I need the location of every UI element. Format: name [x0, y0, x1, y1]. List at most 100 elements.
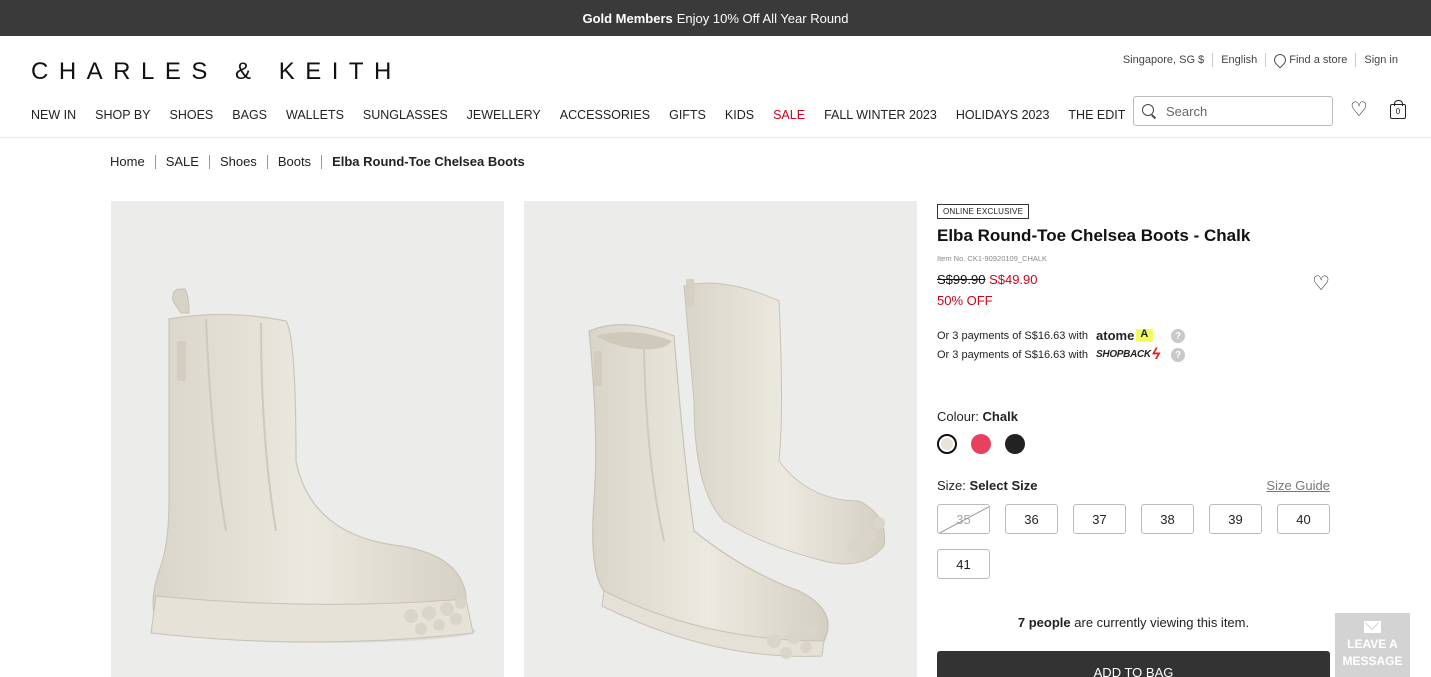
breadcrumb-current: Elba Round-Toe Chelsea Boots: [332, 154, 525, 169]
colour-value: Chalk: [982, 409, 1018, 424]
divider: [1265, 53, 1267, 67]
divider: [208, 154, 210, 169]
size-header: Size: Select Size Size Guide: [937, 478, 1330, 493]
shopback-logo: SHOPBACK ϟ: [1096, 346, 1160, 364]
size-guide-link[interactable]: Size Guide: [1266, 478, 1330, 493]
add-to-bag-label: ADD TO BAG: [1093, 665, 1174, 677]
product-image-side[interactable]: [111, 201, 504, 677]
nav-item-jewellery[interactable]: JEWELLERY: [467, 108, 541, 122]
colour-label: Colour: Chalk: [937, 409, 1330, 424]
size-option-35[interactable]: 35: [937, 504, 990, 534]
add-to-bag-button[interactable]: ADD TO BAG: [937, 651, 1330, 677]
divider: [154, 154, 156, 169]
divider: [266, 154, 268, 169]
size-option-41[interactable]: 41: [937, 549, 990, 579]
product-details: ONLINE EXCLUSIVE Elba Round-Toe Chelsea …: [937, 201, 1330, 579]
nav-item-bags[interactable]: BAGS: [232, 108, 267, 122]
utility-links: Singapore, SG $ English Find a store Sig…: [1123, 53, 1398, 67]
nav-item-holidays[interactable]: HOLIDAYS 2023: [956, 108, 1050, 122]
search-placeholder: Search: [1166, 103, 1208, 119]
divider: [1355, 53, 1357, 67]
nav-item-gifts[interactable]: GIFTS: [669, 108, 706, 122]
size-option-37[interactable]: 37: [1073, 504, 1126, 534]
search-icon: [1142, 104, 1156, 118]
atome-mark-icon: [1136, 328, 1154, 342]
leave-message-label: LEAVE A MESSAGE: [1342, 637, 1403, 668]
swatch-pink[interactable]: [971, 434, 991, 454]
size-label-text: Size:: [937, 478, 966, 493]
search-input[interactable]: Search: [1133, 96, 1333, 126]
boot-pair-illustration: [588, 279, 886, 659]
atome-logo: atome: [1096, 328, 1154, 343]
size-option-40[interactable]: 40: [1277, 504, 1330, 534]
price-block: S$99.90 S$49.90: [937, 272, 1330, 287]
find-store-label: Find a store: [1289, 54, 1348, 66]
sale-price: S$49.90: [989, 272, 1038, 287]
shopback-help-icon[interactable]: ?: [1171, 348, 1185, 362]
breadcrumb-boots[interactable]: Boots: [278, 154, 311, 169]
product-title: Elba Round-Toe Chelsea Boots - Chalk: [937, 226, 1251, 245]
location-pin-icon: [1274, 54, 1284, 67]
atome-payment-row: Or 3 payments of S$16.63 with atome ?: [937, 326, 1330, 345]
nav-item-kids[interactable]: KIDS: [725, 108, 754, 122]
shopback-payment-row: Or 3 payments of S$16.63 with SHOPBACK ϟ…: [937, 345, 1330, 364]
nav-item-accessories[interactable]: ACCESSORIES: [560, 108, 650, 122]
envelope-icon: [1364, 621, 1381, 633]
colour-label-text: Colour:: [937, 409, 979, 424]
lightning-bolt-icon: ϟ: [1151, 345, 1161, 363]
viewers-notice: 7 people are currently viewing this item…: [937, 615, 1330, 630]
find-store-link[interactable]: Find a store: [1274, 54, 1347, 67]
nav-item-new-in[interactable]: NEW IN: [31, 108, 76, 122]
shopback-payment-text: Or 3 payments of S$16.63 with: [937, 348, 1089, 361]
breadcrumb-home[interactable]: Home: [110, 154, 145, 169]
divider: [321, 154, 323, 169]
nav-item-sunglasses[interactable]: SUNGLASSES: [363, 108, 448, 122]
online-exclusive-badge: ONLINE EXCLUSIVE: [937, 204, 1030, 219]
viewers-text: are currently viewing this item.: [1074, 615, 1250, 630]
nav-item-the-edit[interactable]: THE EDIT: [1068, 108, 1125, 122]
original-price: S$99.90: [937, 272, 986, 287]
language-selector[interactable]: English: [1221, 54, 1257, 66]
shopping-bag-icon[interactable]: 0: [1390, 100, 1406, 119]
discount-label: 50% OFF: [937, 293, 993, 308]
swatch-black[interactable]: [1005, 434, 1025, 454]
item-number: Item No. CK1-90920109_CHALK: [937, 254, 1048, 263]
atome-brand-name: atome: [1096, 328, 1135, 343]
main-nav: NEW IN SHOP BY SHOES BAGS WALLETS SUNGLA…: [31, 108, 1144, 122]
nav-item-sale[interactable]: SALE: [773, 108, 805, 122]
swatch-chalk[interactable]: [937, 434, 957, 454]
divider: [1212, 53, 1214, 67]
breadcrumb-sale[interactable]: SALE: [166, 154, 199, 169]
product-image-pair[interactable]: [524, 201, 917, 677]
size-options: 35 36 37 38 39 40 41: [937, 504, 1330, 579]
colour-swatches: [937, 434, 1330, 454]
nav-item-fall-winter[interactable]: FALL WINTER 2023: [824, 108, 937, 122]
size-option-39[interactable]: 39: [1209, 504, 1262, 534]
size-option-36[interactable]: 36: [1005, 504, 1058, 534]
shopback-brand-name: SHOPBACK: [1096, 349, 1151, 360]
leave-message-widget[interactable]: LEAVE A MESSAGE: [1335, 613, 1410, 677]
promo-banner[interactable]: Gold Members Enjoy 10% Off All Year Roun…: [0, 0, 1431, 36]
size-option-38[interactable]: 38: [1141, 504, 1194, 534]
add-to-wishlist-heart-icon[interactable]: ♡: [1312, 271, 1330, 296]
size-value: Select Size: [969, 478, 1038, 493]
atome-payment-text: Or 3 payments of S$16.63 with: [937, 329, 1089, 342]
viewers-count: 7 people: [1017, 615, 1071, 630]
bag-count: 0: [1395, 107, 1401, 116]
boot-side-illustration: [150, 288, 476, 643]
site-header: CHARLES & KEITH Singapore, SG $ English …: [0, 36, 1431, 138]
breadcrumb: Home SALE Shoes Boots Elba Round-Toe Che…: [110, 154, 525, 169]
breadcrumb-shoes[interactable]: Shoes: [220, 154, 257, 169]
installment-options: Or 3 payments of S$16.63 with atome ? Or…: [937, 326, 1330, 364]
promo-bold: Gold Members: [582, 10, 673, 26]
size-label: Size: Select Size: [937, 478, 1037, 493]
promo-text: Enjoy 10% Off All Year Round: [676, 10, 849, 26]
sign-in-link[interactable]: Sign in: [1364, 54, 1398, 66]
region-selector[interactable]: Singapore, SG $: [1123, 54, 1204, 66]
nav-item-wallets[interactable]: WALLETS: [286, 108, 344, 122]
brand-logo[interactable]: CHARLES & KEITH: [31, 58, 402, 86]
atome-help-icon[interactable]: ?: [1171, 329, 1185, 343]
nav-item-shoes[interactable]: SHOES: [170, 108, 214, 122]
wishlist-heart-icon[interactable]: ♡: [1350, 100, 1368, 120]
nav-item-shop-by[interactable]: SHOP BY: [95, 108, 150, 122]
